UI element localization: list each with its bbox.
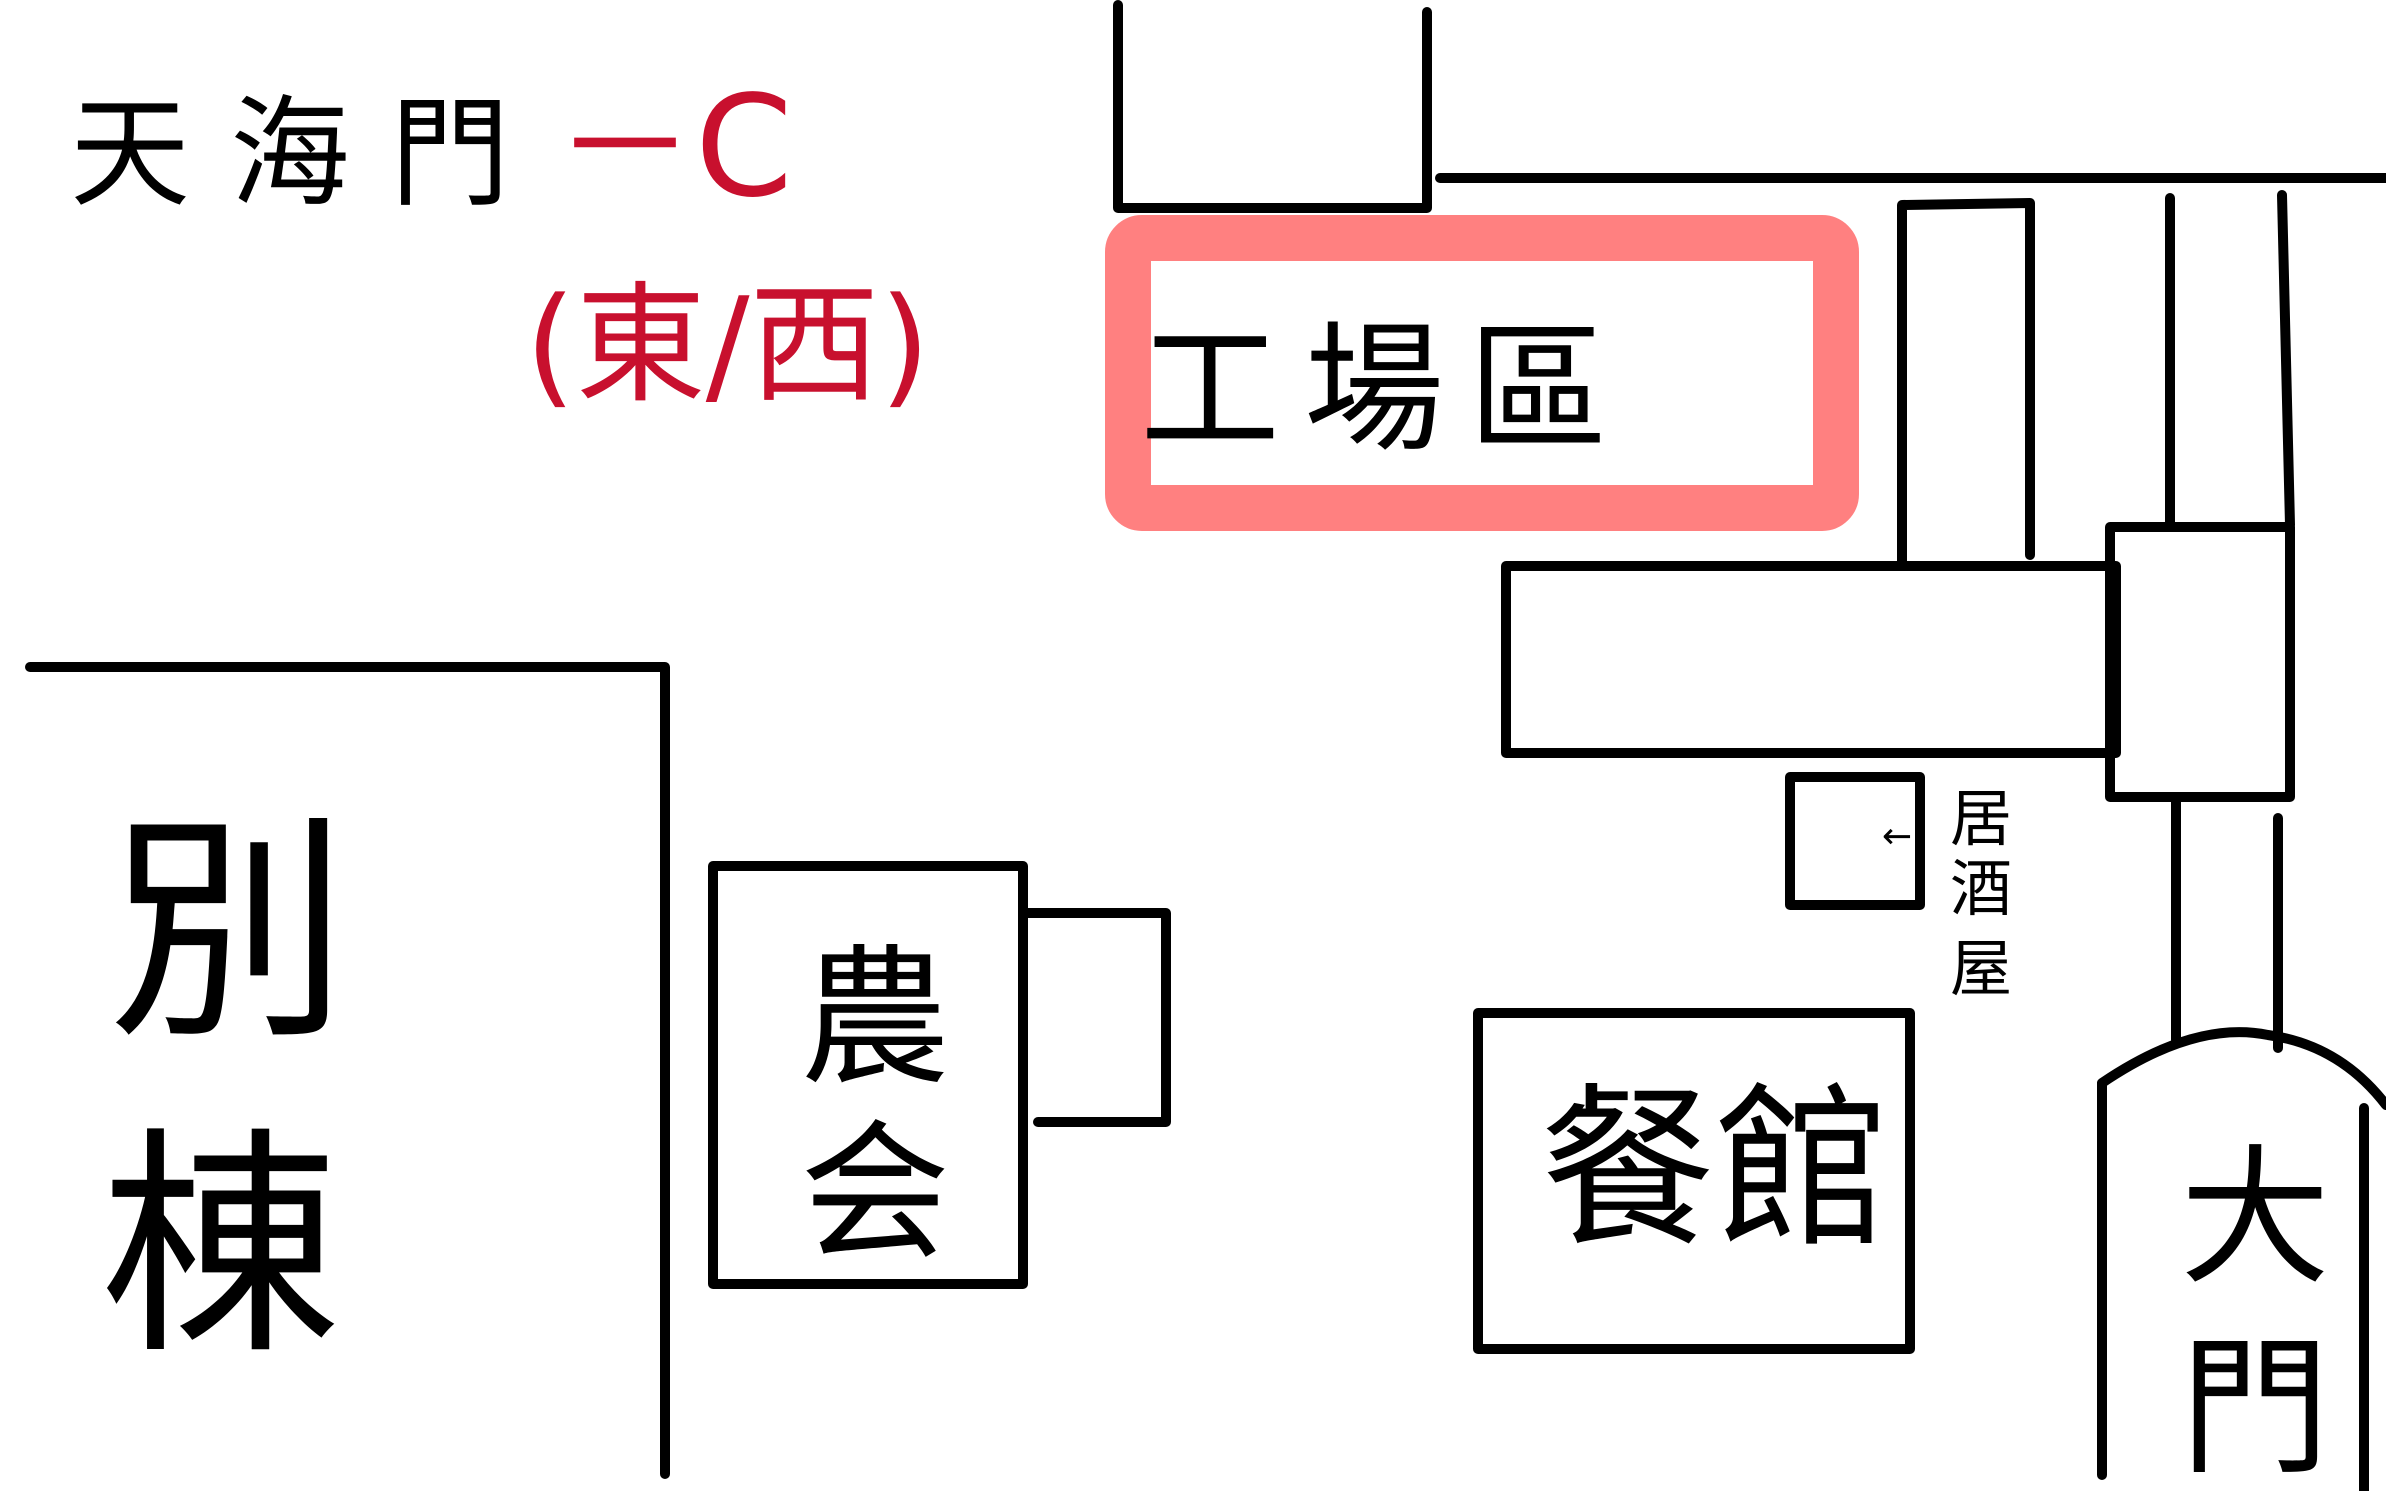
annex-label-2: 棟 xyxy=(100,1107,340,1387)
hall-label-2: 会 xyxy=(800,1107,950,1281)
izakaya-label-1: 居 xyxy=(1950,782,2012,855)
factory-label: 工場區 xyxy=(1140,309,1632,472)
hall-annex xyxy=(1018,908,1171,1127)
restaurant-label: 餐館 xyxy=(1540,1069,1890,1272)
square-building-outline xyxy=(2105,522,2295,802)
map-title: 天海門 xyxy=(70,85,550,224)
annex-label-1: 別 xyxy=(108,792,348,1072)
izakaya-label-3: 屋 xyxy=(1950,932,2012,1005)
gate-label-1: 大 xyxy=(2180,1132,2330,1306)
izakaya-arrow: ← xyxy=(1882,816,1912,857)
road-line-b xyxy=(2277,190,2295,530)
gate-label-2: 門 xyxy=(2180,1322,2330,1491)
top-building-outline xyxy=(1113,0,1432,213)
hall-label-1: 農 xyxy=(800,932,950,1106)
izakaya-label-2: 酒 xyxy=(1950,852,2012,925)
long-building-outline xyxy=(1501,561,2121,758)
route-suffix: －C xyxy=(555,66,793,229)
narrow-building-outline xyxy=(1897,198,2035,570)
direction-note: (東/西) xyxy=(525,269,930,421)
floor-map: 天海門 －C (東/西) 工場區 別 棟 農 会 餐館 ← 居 酒 屋 大 門 xyxy=(25,0,2386,1491)
